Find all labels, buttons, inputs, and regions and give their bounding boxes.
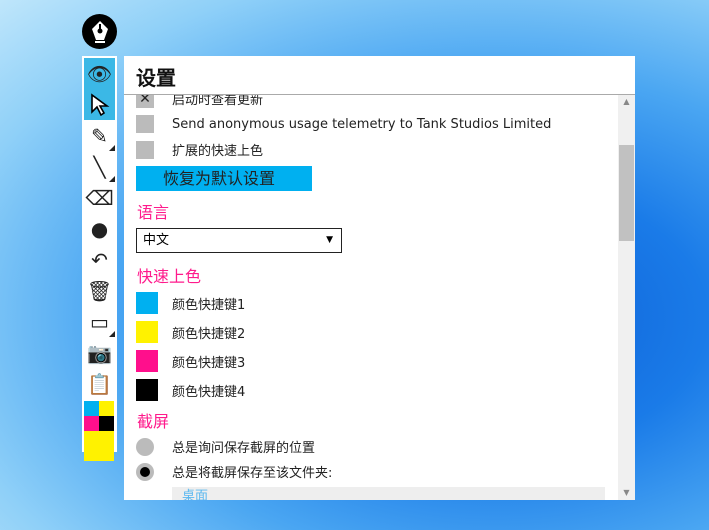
language-value: 中文	[143, 233, 170, 248]
save-to-folder-option[interactable]: 总是将截屏保存至该文件夹:	[136, 462, 332, 481]
option-label: 总是将截屏保存至该文件夹:	[172, 466, 333, 481]
eraser-icon[interactable]: ⌫	[84, 182, 115, 213]
extended-colors-option[interactable]: 扩展的快速上色	[136, 140, 263, 159]
color-swatch[interactable]	[136, 379, 158, 401]
color-hotkey-4[interactable]: 颜色快捷键4	[136, 379, 245, 401]
folder-path-field[interactable]: 桌面	[172, 487, 605, 500]
line-icon[interactable]: ╲	[84, 151, 115, 182]
check-updates-option[interactable]: ✕ 启动时查看更新	[136, 95, 263, 108]
scrollbar-thumb[interactable]	[619, 145, 634, 241]
radio[interactable]	[136, 437, 154, 456]
quick-colors-heading: 快速上色	[137, 267, 202, 286]
palette-yellow[interactable]	[99, 401, 114, 416]
color-hotkey-1[interactable]: 颜色快捷键1	[136, 292, 245, 314]
language-heading: 语言	[137, 203, 170, 222]
chevron-down-icon: ▼	[326, 235, 333, 245]
whiteboard-icon[interactable]: ▭	[84, 306, 115, 337]
toolbar: 👁 ✎ ╲ ⌫ ● ↶ 🗑 ▭ 📷 📋	[82, 56, 117, 461]
reset-defaults-button[interactable]: 恢复为默认设置	[136, 166, 312, 191]
current-color[interactable]	[84, 431, 114, 461]
telemetry-option[interactable]: Send anonymous usage telemetry to Tank S…	[136, 115, 551, 133]
trash-icon[interactable]: 🗑	[84, 275, 115, 306]
color-hotkey-label: 颜色快捷键1	[172, 297, 246, 313]
cursor-icon[interactable]	[84, 89, 115, 120]
language-select[interactable]: 中文 ▼	[136, 228, 342, 253]
clipboard-icon[interactable]: 📋	[84, 368, 115, 399]
color-hotkey-label: 颜色快捷键3	[172, 355, 246, 371]
eye-icon[interactable]: 👁	[84, 58, 115, 89]
brush-size-dot-icon[interactable]: ●	[84, 213, 115, 244]
palette-magenta[interactable]	[84, 416, 99, 431]
option-label: 扩展的快速上色	[172, 144, 264, 159]
checkbox[interactable]	[136, 115, 154, 133]
color-hotkey-label: 颜色快捷键4	[172, 384, 246, 400]
ask-location-option[interactable]: 总是询问保存截屏的位置	[136, 437, 315, 456]
scroll-up-icon[interactable]: ▲	[618, 95, 635, 109]
undo-icon[interactable]: ↶	[84, 244, 115, 275]
color-hotkey-label: 颜色快捷键2	[172, 326, 246, 342]
option-label: Send anonymous usage telemetry to Tank S…	[172, 116, 552, 132]
color-swatch[interactable]	[136, 350, 158, 372]
app-logo-pen-icon[interactable]	[82, 14, 117, 49]
option-label: 启动时查看更新	[172, 95, 264, 108]
scrollbar[interactable]: ▲ ▼	[618, 95, 635, 500]
checkbox[interactable]	[136, 140, 154, 159]
scroll-down-icon[interactable]: ▼	[618, 486, 635, 500]
color-hotkey-2[interactable]: 颜色快捷键2	[136, 321, 245, 343]
palette-cyan[interactable]	[84, 401, 99, 416]
camera-icon[interactable]: 📷	[84, 337, 115, 368]
radio-selected[interactable]	[136, 462, 154, 481]
checkbox-checked[interactable]: ✕	[136, 95, 154, 108]
settings-panel: 设置 ✕ 启动时查看更新 Send anonymous usage telemet…	[124, 56, 635, 500]
color-swatch[interactable]	[136, 292, 158, 314]
color-hotkey-3[interactable]: 颜色快捷键3	[136, 350, 245, 372]
palette-black[interactable]	[99, 416, 114, 431]
highlighter-icon[interactable]: ✎	[84, 120, 115, 151]
page-title: 设置	[136, 66, 176, 90]
screenshot-heading: 截屏	[137, 412, 170, 431]
option-label: 总是询问保存截屏的位置	[172, 441, 316, 456]
color-palette[interactable]	[84, 401, 115, 461]
color-swatch[interactable]	[136, 321, 158, 343]
